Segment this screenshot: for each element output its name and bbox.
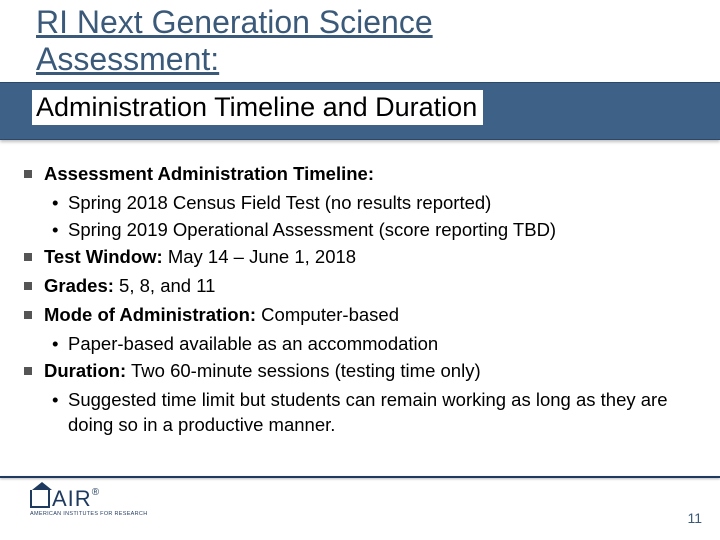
subtitle: Administration Timeline and Duration — [32, 90, 483, 125]
bullet-label: Duration: — [44, 360, 126, 381]
logo-letters: AIR — [52, 486, 92, 511]
bullet-text: May 14 – June 1, 2018 — [163, 246, 356, 267]
page-number: 11 — [687, 510, 702, 526]
subbullet: • Spring 2018 Census Field Test (no resu… — [24, 191, 700, 216]
subbullet-text: Suggested time limit but students can re… — [68, 389, 668, 435]
dot-bullet-icon: • — [52, 218, 58, 243]
dot-bullet-icon: • — [52, 388, 58, 413]
subbullet: • Paper-based available as an accommodat… — [24, 332, 700, 357]
bullet-label: Mode of Administration: — [44, 304, 256, 325]
subbullet-text: Spring 2019 Operational Assessment (scor… — [68, 219, 556, 240]
square-bullet-icon — [24, 282, 32, 290]
bullet-label: Test Window: — [44, 246, 163, 267]
bullet-label: Assessment Administration Timeline: — [44, 163, 374, 184]
dot-bullet-icon: • — [52, 332, 58, 357]
bullet-test-window: Test Window: May 14 – June 1, 2018 — [24, 245, 700, 270]
dot-bullet-icon: • — [52, 191, 58, 216]
title-line-2: Assessment: — [0, 41, 720, 78]
square-bullet-icon — [24, 311, 32, 319]
square-bullet-icon — [24, 170, 32, 178]
logo-text: AIR® — [30, 486, 147, 510]
footer-divider — [0, 476, 720, 478]
bullet-grades: Grades: 5, 8, and 11 — [24, 274, 700, 299]
registered-icon: ® — [92, 487, 100, 498]
subbullet: • Spring 2019 Operational Assessment (sc… — [24, 218, 700, 243]
bullet-text: Two 60-minute sessions (testing time onl… — [126, 360, 480, 381]
bullet-assessment-timeline: Assessment Administration Timeline: — [24, 162, 700, 187]
air-logo: AIR® AMERICAN INSTITUTES FOR RESEARCH — [26, 486, 136, 526]
bullet-text: Computer-based — [256, 304, 399, 325]
header: RI Next Generation Science Assessment: — [0, 0, 720, 78]
bullet-label: Grades: — [44, 275, 114, 296]
title-line-1: RI Next Generation Science — [0, 4, 720, 41]
logo-building-icon — [30, 490, 50, 508]
bullet-mode: Mode of Administration: Computer-based — [24, 303, 700, 328]
slide: RI Next Generation Science Assessment: A… — [0, 0, 720, 540]
bullet-text: 5, 8, and 11 — [114, 275, 216, 296]
content-body: Assessment Administration Timeline: • Sp… — [24, 162, 700, 440]
logo-subtext: AMERICAN INSTITUTES FOR RESEARCH — [30, 511, 147, 517]
subbullet-text: Spring 2018 Census Field Test (no result… — [68, 192, 491, 213]
bullet-duration: Duration: Two 60-minute sessions (testin… — [24, 359, 700, 384]
square-bullet-icon — [24, 253, 32, 261]
square-bullet-icon — [24, 367, 32, 375]
subbullet-text: Paper-based available as an accommodatio… — [68, 333, 438, 354]
subbullet: • Suggested time limit but students can … — [24, 388, 700, 438]
